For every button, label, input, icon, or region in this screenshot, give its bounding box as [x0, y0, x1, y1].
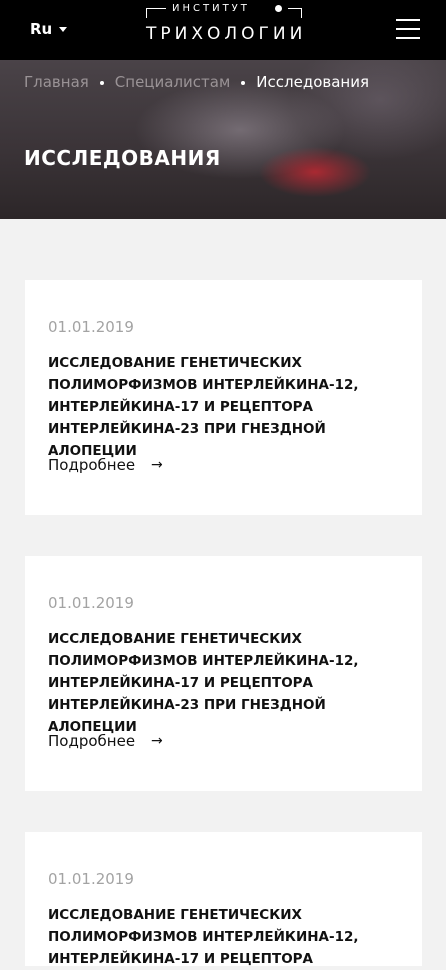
top-bar: Ru ИНСТИТУТ ТРИХОЛОГИИ [0, 0, 446, 60]
breadcrumb-home[interactable]: Главная [24, 73, 89, 91]
arrow-right-icon: → [151, 457, 163, 473]
language-switcher[interactable]: Ru [30, 20, 68, 38]
more-link[interactable]: Подробнее → [48, 456, 163, 474]
language-label: Ru [30, 20, 53, 38]
card-title: ИССЛЕДОВАНИЕ ГЕНЕТИЧЕСКИХ ПОЛИМОРФИЗМОВ … [48, 631, 359, 735]
breadcrumb-current: Исследования [256, 73, 369, 91]
arrow-right-icon: → [151, 733, 163, 749]
chevron-down-icon [59, 27, 68, 32]
breadcrumb-specialists[interactable]: Специалистам [115, 73, 231, 91]
card-date: 01.01.2019 [48, 318, 134, 336]
research-card: 01.01.2019 ИССЛЕДОВАНИЕ ГЕНЕТИЧЕСКИХ ПОЛ… [25, 832, 422, 967]
more-link-label: Подробнее [48, 456, 136, 474]
research-card: 01.01.2019 ИССЛЕДОВАНИЕ ГЕНЕТИЧЕСКИХ ПОЛ… [25, 556, 422, 791]
page-title: ИССЛЕДОВАНИЯ [24, 146, 221, 170]
logo[interactable]: ИНСТИТУТ ТРИХОЛОГИИ [146, 3, 307, 50]
breadcrumb-separator [241, 81, 246, 85]
research-card: 01.01.2019 ИССЛЕДОВАНИЕ ГЕНЕТИЧЕСКИХ ПОЛ… [25, 280, 422, 515]
hero-banner: Главная Специалистам Исследования ИССЛЕД… [0, 60, 446, 219]
card-date: 01.01.2019 [48, 870, 134, 888]
registered-mark-icon [275, 5, 282, 12]
logo-main-text: ТРИХОЛОГИИ [146, 24, 307, 44]
breadcrumb: Главная Специалистам Исследования [24, 73, 369, 91]
logo-top-text: ИНСТИТУТ [172, 3, 250, 14]
card-date: 01.01.2019 [48, 594, 134, 612]
breadcrumb-separator [99, 81, 104, 85]
card-title: ИССЛЕДОВАНИЕ ГЕНЕТИЧЕСКИХ ПОЛИМОРФИЗМОВ … [48, 355, 359, 459]
more-link[interactable]: Подробнее → [48, 732, 163, 750]
more-link-label: Подробнее [48, 732, 136, 750]
card-title: ИССЛЕДОВАНИЕ ГЕНЕТИЧЕСКИХ ПОЛИМОРФИЗМОВ … [48, 907, 359, 967]
hamburger-menu-icon[interactable] [396, 18, 420, 40]
